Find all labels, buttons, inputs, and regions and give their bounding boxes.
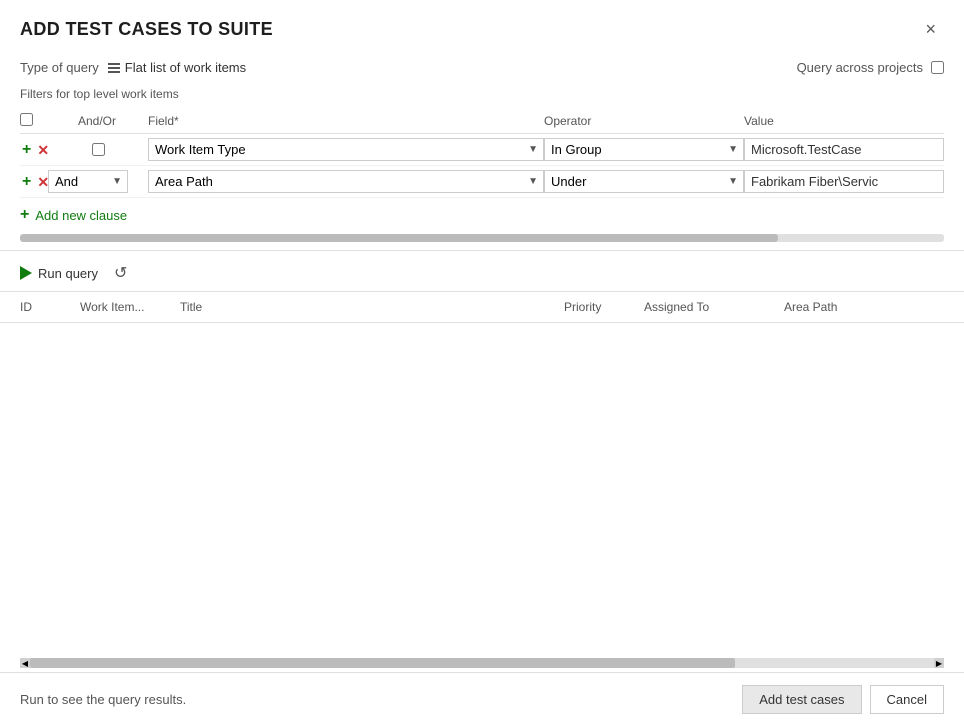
scroll-track (30, 658, 934, 668)
filters-label: Filters for top level work items (0, 83, 964, 109)
row1-checkbox-cell (48, 143, 148, 156)
scroll-left-button[interactable]: ◀ (20, 658, 30, 668)
footer-status: Run to see the query results. (20, 692, 186, 707)
header-operator: Operator (544, 114, 744, 128)
query-type-row: Type of query Flat list of work items Qu… (0, 52, 964, 83)
scroll-thumb (30, 658, 735, 668)
flat-list-icon: Flat list of work items (107, 60, 246, 75)
row1-field-wrapper: Work Item Type ▼ (148, 138, 544, 161)
run-query-label: Run query (38, 266, 98, 281)
cancel-button[interactable]: Cancel (870, 685, 944, 714)
query-type-label: Type of query (20, 60, 99, 75)
results-body (0, 323, 964, 654)
row2-andor-select[interactable]: And Or (48, 170, 128, 193)
add-clause-button[interactable]: + Add new clause (20, 198, 127, 224)
filter-scrollbar[interactable] (20, 234, 944, 242)
dialog-body: Type of query Flat list of work items Qu… (0, 52, 964, 672)
col-id: ID (20, 300, 80, 314)
add-clause-label: Add new clause (35, 208, 127, 223)
bottom-scrollbar[interactable]: ◀ ▶ (20, 658, 944, 668)
filters-header: And/Or Field* Operator Value (20, 109, 944, 134)
row1-value: Microsoft.TestCase (744, 138, 944, 161)
run-triangle-icon (20, 266, 32, 280)
col-assigned: Assigned To (644, 300, 784, 314)
row1-field-select[interactable]: Work Item Type (148, 138, 544, 161)
row2-field-select[interactable]: Area Path (148, 170, 544, 193)
filter-row: + ✕ Work Item Type ▼ In Group ▼ (20, 134, 944, 166)
dialog-footer: Run to see the query results. Add test c… (0, 672, 964, 726)
query-across-right: Query across projects (797, 60, 944, 75)
add-test-cases-button[interactable]: Add test cases (742, 685, 861, 714)
dialog-title: ADD TEST CASES TO SUITE (20, 19, 273, 40)
row1-operator-select[interactable]: In Group (544, 138, 744, 161)
header-value: Value (744, 114, 944, 128)
row2-operator-wrapper: Under ▼ (544, 170, 744, 193)
refresh-button[interactable]: ↺ (114, 263, 127, 283)
row1-controls: + ✕ (20, 142, 48, 158)
query-across-checkbox[interactable] (931, 61, 944, 74)
row2-value: Fabrikam Fiber\Servic (744, 170, 944, 193)
filters-table: And/Or Field* Operator Value + ✕ Work It… (0, 109, 964, 224)
header-field: Field* (148, 114, 544, 128)
row1-operator-wrapper: In Group ▼ (544, 138, 744, 161)
col-priority: Priority (564, 300, 644, 314)
dialog: ADD TEST CASES TO SUITE × Type of query … (0, 0, 964, 726)
row2-operator-select[interactable]: Under (544, 170, 744, 193)
divider-1 (0, 250, 964, 251)
header-andor: And/Or (48, 114, 148, 128)
close-button[interactable]: × (917, 16, 944, 42)
results-header: ID Work Item... Title Priority Assigned … (0, 292, 964, 323)
row2-field-wrapper: Area Path ▼ (148, 170, 544, 193)
header-checkbox-col (20, 113, 48, 129)
col-title: Title (180, 300, 564, 314)
row2-add-button[interactable]: + (20, 174, 33, 190)
row1-checkbox[interactable] (92, 143, 105, 156)
col-workitem: Work Item... (80, 300, 180, 314)
row2-andor-wrapper: And Or ▼ (48, 170, 128, 193)
run-query-button[interactable]: Run query (20, 266, 98, 281)
run-query-row: Run query ↺ (0, 255, 964, 291)
col-areapath: Area Path (784, 300, 944, 314)
query-type-left: Type of query Flat list of work items (20, 60, 246, 75)
footer-buttons: Add test cases Cancel (742, 685, 944, 714)
select-all-checkbox[interactable] (20, 113, 33, 126)
scroll-right-button[interactable]: ▶ (934, 658, 944, 668)
filter-scrollbar-thumb (20, 234, 778, 242)
row2-andor-cell: And Or ▼ (48, 170, 148, 193)
filter-row: + ✕ And Or ▼ Area Path (20, 166, 944, 198)
dialog-header: ADD TEST CASES TO SUITE × (0, 0, 964, 52)
row1-add-button[interactable]: + (20, 142, 33, 158)
query-across-label: Query across projects (797, 60, 923, 75)
row2-controls: + ✕ (20, 174, 48, 190)
flat-list-label: Flat list of work items (125, 60, 246, 75)
list-icon (107, 61, 121, 75)
add-clause-plus: + (20, 206, 29, 224)
